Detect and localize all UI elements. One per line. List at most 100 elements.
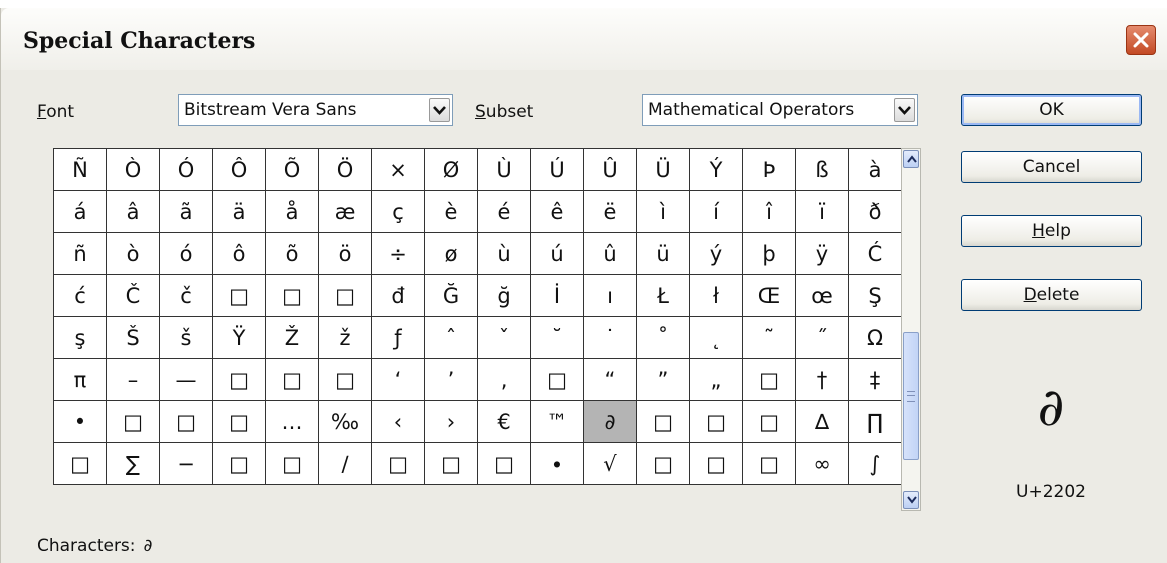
scrollbar-thumb[interactable] xyxy=(903,332,919,460)
character-cell[interactable]: Ł xyxy=(637,275,690,317)
character-cell[interactable]: Ø xyxy=(425,149,478,191)
character-cell[interactable]: ∆ xyxy=(796,401,849,443)
character-cell-selected[interactable]: ∂ xyxy=(584,401,637,443)
character-cell[interactable]: • xyxy=(54,401,107,443)
character-cell[interactable]: ù xyxy=(478,233,531,275)
character-cell[interactable]: ∏ xyxy=(849,401,902,443)
character-cell[interactable]: × xyxy=(372,149,425,191)
character-cell[interactable]: Ú xyxy=(531,149,584,191)
character-cell[interactable]: – xyxy=(107,359,160,401)
character-cell[interactable]: □ xyxy=(637,401,690,443)
character-cell[interactable]: ˝ xyxy=(796,317,849,359)
character-cell[interactable]: □ xyxy=(743,401,796,443)
character-cell[interactable]: … xyxy=(266,401,319,443)
character-cell[interactable]: ∙ xyxy=(531,443,584,485)
character-cell[interactable]: ’ xyxy=(425,359,478,401)
character-cell[interactable]: Û xyxy=(584,149,637,191)
character-cell[interactable]: ð xyxy=(849,191,902,233)
character-cell[interactable]: Ω xyxy=(849,317,902,359)
character-cell[interactable]: ” xyxy=(637,359,690,401)
character-cell[interactable]: ‰ xyxy=(319,401,372,443)
character-cell[interactable]: □ xyxy=(372,443,425,485)
font-dropdown-button[interactable] xyxy=(429,98,450,122)
character-cell[interactable]: ç xyxy=(372,191,425,233)
character-cell[interactable]: Õ xyxy=(266,149,319,191)
character-cell[interactable]: å xyxy=(266,191,319,233)
character-cell[interactable]: œ xyxy=(796,275,849,317)
character-cell[interactable]: Ô xyxy=(213,149,266,191)
character-cell[interactable]: ş xyxy=(54,317,107,359)
character-cell[interactable]: ÷ xyxy=(372,233,425,275)
character-cell[interactable]: □ xyxy=(637,443,690,485)
character-cell[interactable]: □ xyxy=(213,359,266,401)
character-cell[interactable]: □ xyxy=(743,443,796,485)
character-cell[interactable]: Ò xyxy=(107,149,160,191)
character-cell[interactable]: □ xyxy=(213,275,266,317)
character-cell[interactable]: Š xyxy=(107,317,160,359)
character-cell[interactable]: ƒ xyxy=(372,317,425,359)
character-cell[interactable]: ˚ xyxy=(637,317,690,359)
character-cell[interactable]: ł xyxy=(690,275,743,317)
character-cell[interactable]: ∑ xyxy=(107,443,160,485)
delete-button[interactable]: Delete xyxy=(961,279,1142,311)
character-cell[interactable]: ˘ xyxy=(531,317,584,359)
character-cell[interactable]: š xyxy=(160,317,213,359)
character-cell[interactable]: □ xyxy=(107,401,160,443)
character-cell[interactable]: € xyxy=(478,401,531,443)
character-cell[interactable]: é xyxy=(478,191,531,233)
scroll-down-button[interactable] xyxy=(903,491,919,509)
characters-value[interactable]: ∂ xyxy=(144,536,153,556)
character-cell[interactable]: ï xyxy=(796,191,849,233)
scroll-up-button[interactable] xyxy=(903,150,919,168)
character-cell[interactable]: Ć xyxy=(849,233,902,275)
character-cell[interactable]: Ó xyxy=(160,149,213,191)
character-cell[interactable]: □ xyxy=(478,443,531,485)
character-cell[interactable]: ™ xyxy=(531,401,584,443)
character-cell[interactable]: ˆ xyxy=(425,317,478,359)
character-cell[interactable]: à xyxy=(849,149,902,191)
character-cell[interactable]: □ xyxy=(266,275,319,317)
subset-dropdown-button[interactable] xyxy=(894,98,915,122)
help-button[interactable]: Help xyxy=(961,215,1142,247)
character-cell[interactable]: û xyxy=(584,233,637,275)
character-cell[interactable]: — xyxy=(160,359,213,401)
character-cell[interactable]: Ž xyxy=(266,317,319,359)
character-cell[interactable]: ˜ xyxy=(743,317,796,359)
character-cell[interactable]: − xyxy=(160,443,213,485)
character-cell[interactable]: Œ xyxy=(743,275,796,317)
ok-button[interactable]: OK xyxy=(961,94,1142,126)
subset-select[interactable]: Mathematical Operators xyxy=(642,94,918,126)
character-cell[interactable]: □ xyxy=(319,275,372,317)
character-cell[interactable]: □ xyxy=(213,401,266,443)
character-cell[interactable]: ˇ xyxy=(478,317,531,359)
character-cell[interactable]: “ xyxy=(584,359,637,401)
character-cell[interactable]: æ xyxy=(319,191,372,233)
character-cell[interactable]: ‹ xyxy=(372,401,425,443)
character-cell[interactable]: Ü xyxy=(637,149,690,191)
character-cell[interactable]: □ xyxy=(266,443,319,485)
character-cell[interactable]: Ù xyxy=(478,149,531,191)
character-cell[interactable]: á xyxy=(54,191,107,233)
character-cell[interactable]: ß xyxy=(796,149,849,191)
character-cell[interactable]: ã xyxy=(160,191,213,233)
character-cell[interactable]: □ xyxy=(160,401,213,443)
character-cell[interactable]: č xyxy=(160,275,213,317)
character-cell[interactable]: ž xyxy=(319,317,372,359)
character-cell[interactable]: ∞ xyxy=(796,443,849,485)
character-cell[interactable]: Ğ xyxy=(425,275,478,317)
character-cell[interactable]: ì xyxy=(637,191,690,233)
title-bar[interactable]: Special Characters xyxy=(1,8,1167,70)
character-cell[interactable]: î xyxy=(743,191,796,233)
character-cell[interactable]: Ö xyxy=(319,149,372,191)
character-cell[interactable]: ğ xyxy=(478,275,531,317)
character-cell[interactable]: √ xyxy=(584,443,637,485)
character-cell[interactable]: Č xyxy=(107,275,160,317)
character-cell[interactable]: Ÿ xyxy=(213,317,266,359)
character-cell[interactable]: õ xyxy=(266,233,319,275)
character-cell[interactable]: † xyxy=(796,359,849,401)
character-cell[interactable]: ý xyxy=(690,233,743,275)
character-cell[interactable]: ê xyxy=(531,191,584,233)
cancel-button[interactable]: Cancel xyxy=(961,151,1142,183)
character-cell[interactable]: â xyxy=(107,191,160,233)
close-button[interactable] xyxy=(1126,25,1156,55)
